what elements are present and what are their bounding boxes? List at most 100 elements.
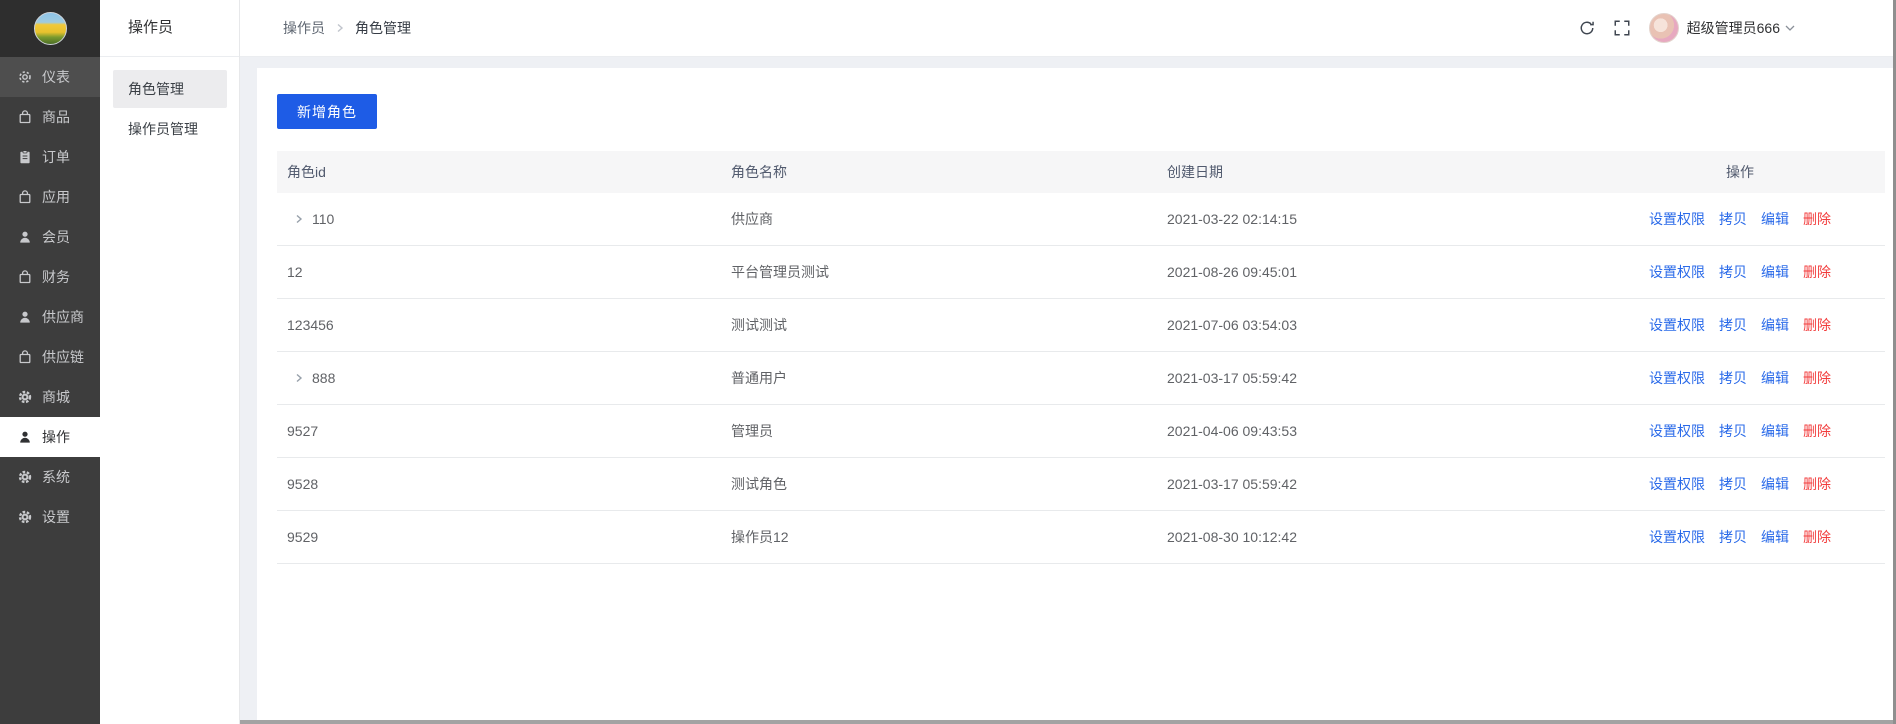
role-id-value: 9529 [287,529,319,545]
sidebar-item-label: 供应链 [42,349,84,365]
table-row: 12 平台管理员测试 2021-08-26 09:45:01 设置权限 拷贝 编辑 删除 [277,246,1885,299]
copy-link[interactable]: 拷贝 [1719,317,1747,333]
roles-table: 角色id 角色名称 创建日期 操作 110 供应商 2021-03-22 02:14… [277,151,1885,564]
edit-link[interactable]: 编辑 [1761,264,1789,280]
cell-actions: 设置权限 拷贝 编辑 删除 [1595,315,1885,335]
chevron-right-icon [334,22,346,34]
cell-actions: 设置权限 拷贝 编辑 删除 [1595,209,1885,229]
sidebar-item-0[interactable]: 仪表 [0,57,100,97]
edit-link[interactable]: 编辑 [1761,476,1789,492]
horizontal-scrollbar[interactable] [240,720,1896,724]
cell-actions: 设置权限 拷贝 编辑 删除 [1595,368,1885,388]
sidebar-item-label: 系统 [42,469,70,485]
cell-role-id: 12 [277,264,721,280]
sidebar-item-11[interactable]: 设置 [0,497,100,537]
sidebar-item-9[interactable]: 操作 [0,417,100,457]
cell-created-date: 2021-03-17 05:59:42 [1167,370,1297,386]
primary-sidebar: 仪表商品订单 应用 会员财务供应商供应链商城操作系统设置 [0,0,100,724]
sidebar-item-1[interactable]: 商品 [0,97,100,137]
cell-created-date: 2021-07-06 03:54:03 [1167,317,1297,333]
chevron-down-icon[interactable] [1784,22,1796,34]
cell-role-id: 110 [277,211,721,227]
cell-actions: 设置权限 拷贝 编辑 删除 [1595,262,1885,282]
copy-link[interactable]: 拷贝 [1719,476,1747,492]
cell-role-name: 普通用户 [731,370,787,386]
set-permissions-link[interactable]: 设置权限 [1649,529,1705,545]
sidebar-item-5[interactable]: 财务 [0,257,100,297]
user-icon [17,309,33,325]
user-icon [17,229,33,245]
column-header-actions: 操作 [1726,164,1754,180]
cell-actions: 设置权限 拷贝 编辑 删除 [1595,421,1885,441]
copy-link[interactable]: 拷贝 [1719,264,1747,280]
sidebar-item-10[interactable]: 系统 [0,457,100,497]
topbar-right: 超级管理员666 [1578,13,1796,43]
gear-icon [17,389,33,405]
cell-role-name: 操作员12 [731,529,789,545]
table-body: 110 供应商 2021-03-22 02:14:15 设置权限 拷贝 编辑 删除 12 平台管… [277,193,1885,564]
cell-role-id: 888 [277,370,721,386]
cell-role-name: 平台管理员测试 [731,264,829,280]
breadcrumb-item-role-management[interactable]: 角色管理 [355,18,411,38]
breadcrumb: 操作员 角色管理 [283,18,411,38]
set-permissions-link[interactable]: 设置权限 [1649,370,1705,386]
sidebar-item-label: 商品 [42,109,70,125]
edit-link[interactable]: 编辑 [1761,370,1789,386]
sidebar-item-3[interactable]: 应用 [0,177,100,217]
delete-link[interactable]: 删除 [1803,264,1831,280]
sidebar-item-8[interactable]: 商城 [0,377,100,417]
set-permissions-link[interactable]: 设置权限 [1649,211,1705,227]
cell-role-id: 9527 [277,423,721,439]
table-row: 9529 操作员12 2021-08-30 10:12:42 设置权限 拷贝 编辑 删除 [277,511,1885,564]
submenu-item-1[interactable]: 操作员管理 [113,110,227,148]
sidebar-item-label: 商城 [42,389,70,405]
submenu-item-0[interactable]: 角色管理 [113,70,227,108]
table-row: 9527 管理员 2021-04-06 09:43:53 设置权限 拷贝 编辑 删除 [277,405,1885,458]
sidebar-item-7[interactable]: 供应链 [0,337,100,377]
edit-link[interactable]: 编辑 [1761,211,1789,227]
expand-row-icon[interactable] [293,372,305,384]
add-role-button[interactable]: 新增角色 [277,94,377,129]
sidebar-item-4[interactable]: 会员 [0,217,100,257]
edit-link[interactable]: 编辑 [1761,317,1789,333]
set-permissions-link[interactable]: 设置权限 [1649,476,1705,492]
delete-link[interactable]: 删除 [1803,529,1831,545]
user-avatar[interactable] [1648,13,1679,43]
user-name[interactable]: 超级管理员666 [1687,18,1780,38]
delete-link[interactable]: 删除 [1803,370,1831,386]
app-logo[interactable] [33,12,67,45]
cell-actions: 设置权限 拷贝 编辑 删除 [1595,527,1885,547]
sidebar-item-label: 财务 [42,269,70,285]
table-row: 888 普通用户 2021-03-17 05:59:42 设置权限 拷贝 编辑 删除 [277,352,1885,405]
user-icon [17,429,33,445]
column-header-created: 创建日期 [1167,164,1223,180]
cell-created-date: 2021-03-22 02:14:15 [1167,211,1297,227]
cell-role-name: 测试角色 [731,476,787,492]
expand-row-icon[interactable] [293,213,305,225]
submenu-item-label: 角色管理 [128,81,184,97]
role-id-value: 123456 [287,317,334,333]
edit-link[interactable]: 编辑 [1761,529,1789,545]
copy-link[interactable]: 拷贝 [1719,370,1747,386]
role-id-value: 9527 [287,423,319,439]
gauge-icon [17,69,33,85]
copy-link[interactable]: 拷贝 [1719,423,1747,439]
set-permissions-link[interactable]: 设置权限 [1649,423,1705,439]
refresh-icon[interactable] [1578,19,1596,37]
delete-link[interactable]: 删除 [1803,423,1831,439]
delete-link[interactable]: 删除 [1803,476,1831,492]
gear-icon [17,469,33,485]
cell-created-date: 2021-08-30 10:12:42 [1167,529,1297,545]
sidebar-item-2[interactable]: 订单 [0,137,100,177]
breadcrumb-item-operators[interactable]: 操作员 [283,18,325,38]
gear-icon [17,509,33,525]
copy-link[interactable]: 拷贝 [1719,211,1747,227]
delete-link[interactable]: 删除 [1803,211,1831,227]
set-permissions-link[interactable]: 设置权限 [1649,317,1705,333]
sidebar-item-6[interactable]: 供应商 [0,297,100,337]
delete-link[interactable]: 删除 [1803,317,1831,333]
copy-link[interactable]: 拷贝 [1719,529,1747,545]
set-permissions-link[interactable]: 设置权限 [1649,264,1705,280]
edit-link[interactable]: 编辑 [1761,423,1789,439]
fullscreen-icon[interactable] [1613,19,1631,37]
